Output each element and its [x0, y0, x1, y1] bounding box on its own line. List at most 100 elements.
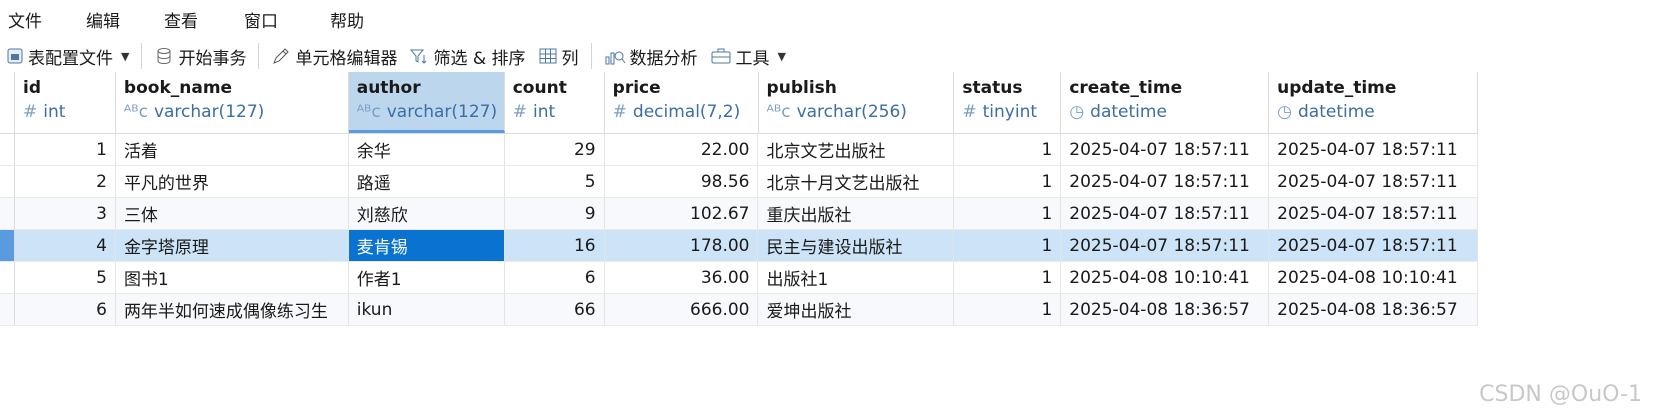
row-gutter[interactable]: [0, 166, 15, 197]
cell-author[interactable]: 余华: [349, 134, 505, 165]
filter-icon: [410, 49, 427, 64]
tools-label: 工具: [735, 48, 770, 69]
cell-update-time[interactable]: 2025-04-07 18:57:11: [1269, 230, 1478, 261]
cell-create-time[interactable]: 2025-04-08 10:10:41: [1061, 262, 1270, 293]
column-header-publish[interactable]: publish ᴬᴮc varchar(256): [759, 72, 955, 133]
cell-count[interactable]: 9: [505, 198, 605, 229]
cell-status[interactable]: 1: [954, 230, 1062, 261]
table-row[interactable]: 5 图书1 作者1 6 36.00 出版社1 1 2025-04-08 10:1…: [0, 262, 1478, 294]
cell-book-name[interactable]: 两年半如何速成偶像练习生: [116, 294, 349, 325]
cell-publish[interactable]: 北京十月文艺出版社: [758, 166, 955, 197]
cell-count[interactable]: 16: [505, 230, 605, 261]
row-gutter[interactable]: [0, 294, 15, 325]
cell-id[interactable]: 5: [15, 262, 116, 293]
column-header-update-time[interactable]: update_time ◷ datetime: [1269, 72, 1478, 133]
header-gutter: [0, 72, 15, 133]
cell-publish[interactable]: 北京文艺出版社: [758, 134, 955, 165]
cell-status[interactable]: 1: [954, 134, 1062, 165]
table-row[interactable]: 1 活着 余华 29 22.00 北京文艺出版社 1 2025-04-07 18…: [0, 134, 1478, 166]
menu-view[interactable]: 查看: [156, 7, 236, 32]
cell-author[interactable]: 作者1: [349, 262, 505, 293]
cell-book-name[interactable]: 三体: [116, 198, 349, 229]
text-type-icon: ᴬᴮc: [356, 102, 381, 122]
row-gutter[interactable]: [0, 134, 15, 165]
chevron-down-icon[interactable]: ▼: [778, 50, 786, 63]
toolbar: 表配置文件 ▼ 开始事务 单元格编辑器 筛选 & 排序 列 数据分析 工具 ▼: [0, 38, 1656, 74]
row-gutter[interactable]: [0, 262, 15, 293]
data-analysis-label: 数据分析: [629, 48, 698, 69]
cell-status[interactable]: 1: [954, 166, 1062, 197]
menu-window[interactable]: 窗口: [236, 7, 322, 32]
cell-book-name[interactable]: 金字塔原理: [116, 230, 349, 261]
cell-update-time[interactable]: 2025-04-07 18:57:11: [1269, 198, 1478, 229]
column-header-count[interactable]: count # int: [505, 72, 605, 133]
cell-status[interactable]: 1: [954, 198, 1062, 229]
cell-count[interactable]: 6: [505, 262, 605, 293]
cell-price[interactable]: 98.56: [605, 166, 759, 197]
cell-price[interactable]: 36.00: [605, 262, 759, 293]
row-gutter[interactable]: [0, 198, 15, 229]
cell-status[interactable]: 1: [954, 294, 1062, 325]
column-header-create-time[interactable]: create_time ◷ datetime: [1061, 72, 1270, 133]
filter-sort-label: 筛选 & 排序: [433, 48, 526, 69]
grid-header: id # int book_name ᴬᴮc varchar(127) author ᴬᴮ…: [0, 72, 1478, 134]
table-row[interactable]: 3 三体 刘慈欣 9 102.67 重庆出版社 1 2025-04-07 18:…: [0, 198, 1478, 230]
cell-publish[interactable]: 爱坤出版社: [758, 294, 955, 325]
column-header-id[interactable]: id # int: [15, 72, 116, 133]
cell-price[interactable]: 666.00: [605, 294, 759, 325]
cell-create-time[interactable]: 2025-04-07 18:57:11: [1061, 134, 1270, 165]
table-row[interactable]: 2 平凡的世界 路遥 5 98.56 北京十月文艺出版社 1 2025-04-0…: [0, 166, 1478, 198]
column-header-status[interactable]: status # tinyint: [954, 72, 1062, 133]
table-row-selected[interactable]: 4 金字塔原理 麦肯锡 16 178.00 民主与建设出版社 1 2025-04…: [0, 230, 1478, 262]
cell-price[interactable]: 102.67: [605, 198, 759, 229]
cell-publish[interactable]: 民主与建设出版社: [758, 230, 955, 261]
chevron-down-icon[interactable]: ▼: [121, 50, 129, 63]
cell-update-time[interactable]: 2025-04-08 18:36:57: [1269, 294, 1478, 325]
cell-id[interactable]: 6: [15, 294, 116, 325]
cell-author[interactable]: 刘慈欣: [349, 198, 505, 229]
cell-id[interactable]: 4: [15, 230, 116, 261]
cell-count[interactable]: 29: [505, 134, 605, 165]
cell-id[interactable]: 2: [15, 166, 116, 197]
column-header-author[interactable]: author ᴬᴮc varchar(127): [348, 72, 505, 133]
tools-button[interactable]: 工具 ▼: [704, 39, 792, 73]
row-gutter[interactable]: [0, 230, 15, 261]
table-row[interactable]: 6 两年半如何速成偶像练习生 ikun 66 666.00 爱坤出版社 1 20…: [0, 294, 1478, 326]
cell-id[interactable]: 3: [15, 198, 116, 229]
begin-transaction-button[interactable]: 开始事务: [148, 39, 252, 73]
cell-price[interactable]: 178.00: [605, 230, 759, 261]
cell-id[interactable]: 1: [15, 134, 116, 165]
cell-author-active[interactable]: 麦肯锡: [348, 230, 505, 261]
cell-update-time[interactable]: 2025-04-08 10:10:41: [1269, 262, 1478, 293]
number-type-icon: #: [612, 102, 627, 122]
menu-edit[interactable]: 编辑: [78, 7, 156, 32]
begin-transaction-label: 开始事务: [178, 48, 247, 69]
column-header-book-name[interactable]: book_name ᴬᴮc varchar(127): [116, 72, 349, 133]
cell-update-time[interactable]: 2025-04-07 18:57:11: [1269, 134, 1478, 165]
filter-sort-button[interactable]: 筛选 & 排序: [403, 39, 531, 73]
cell-create-time[interactable]: 2025-04-07 18:57:11: [1061, 198, 1270, 229]
cell-editor-button[interactable]: 单元格编辑器: [265, 39, 403, 73]
cell-count[interactable]: 66: [505, 294, 605, 325]
cell-publish[interactable]: 重庆出版社: [758, 198, 955, 229]
cell-count[interactable]: 5: [505, 166, 605, 197]
cell-create-time[interactable]: 2025-04-08 18:36:57: [1061, 294, 1270, 325]
table-config-button[interactable]: 表配置文件 ▼: [0, 39, 135, 73]
cell-status[interactable]: 1: [954, 262, 1062, 293]
cell-update-time[interactable]: 2025-04-07 18:57:11: [1269, 166, 1478, 197]
cell-create-time[interactable]: 2025-04-07 18:57:11: [1061, 230, 1270, 261]
data-analysis-button[interactable]: 数据分析: [598, 39, 704, 73]
cell-author[interactable]: 路遥: [349, 166, 505, 197]
cell-create-time[interactable]: 2025-04-07 18:57:11: [1061, 166, 1270, 197]
cell-publish[interactable]: 出版社1: [758, 262, 955, 293]
cell-price[interactable]: 22.00: [605, 134, 759, 165]
cell-book-name[interactable]: 图书1: [116, 262, 349, 293]
menu-help[interactable]: 帮助: [322, 7, 390, 32]
cell-author[interactable]: ikun: [349, 294, 505, 325]
data-grid: id # int book_name ᴬᴮc varchar(127) author ᴬᴮ…: [0, 72, 1478, 326]
columns-button[interactable]: 列: [532, 39, 585, 73]
column-header-price[interactable]: price # decimal(7,2): [605, 72, 759, 133]
menu-file[interactable]: 文件: [0, 7, 78, 32]
cell-book-name[interactable]: 平凡的世界: [116, 166, 349, 197]
cell-book-name[interactable]: 活着: [116, 134, 349, 165]
